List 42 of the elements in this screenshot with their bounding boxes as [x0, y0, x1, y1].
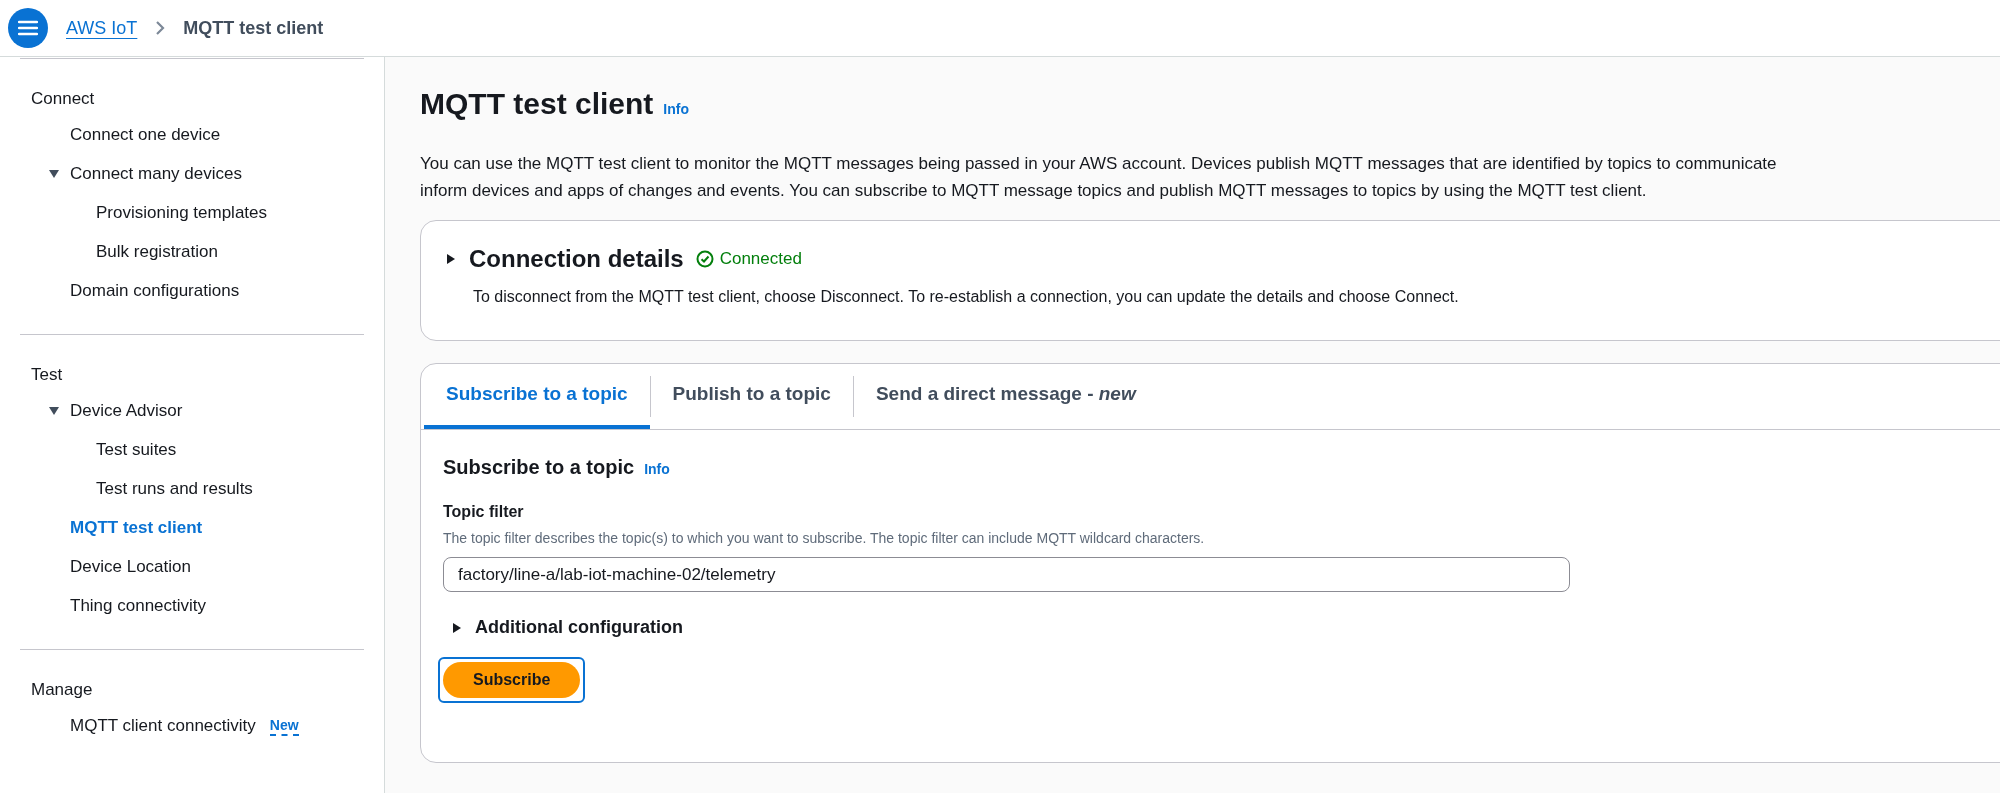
tab[interactable]: Send a direct message - new — [853, 364, 1158, 429]
sidebar-item[interactable]: Domain configurations — [70, 277, 240, 304]
menu-icon — [18, 20, 38, 36]
connection-description: To disconnect from the MQTT test client, choose Disconnect. To re-establish a connection, you can update the details and choose Connect. — [473, 287, 1460, 307]
sidebar-item[interactable]: Test runs and results — [96, 475, 253, 502]
breadcrumb-current: MQTT test client — [183, 16, 324, 40]
sidebar-item[interactable]: Device Advisor — [70, 397, 183, 424]
sidebar-item[interactable]: Provisioning templates — [96, 199, 268, 226]
sidebar-section-title: Test — [30, 364, 64, 386]
expand-toggle[interactable] — [445, 253, 457, 265]
connection-title: Connection details — [469, 244, 684, 274]
section-title: Subscribe to a topic — [443, 455, 635, 480]
sidebar-item[interactable]: Device Location — [70, 553, 191, 580]
info-link[interactable]: Info — [663, 99, 689, 120]
tab[interactable]: Subscribe to a topic — [424, 364, 650, 429]
sidebar-item[interactable]: Bulk registration — [96, 238, 218, 265]
page-description: You can use the MQTT test client to monitor the MQTT messages being passed in your AWS account. Devices publish MQTT messages that are identified by topics to communicate inform devices and apps of changes and events. You can subscribe to MQTT message topics and publish MQTT messages to topics by using the MQTT test client. — [420, 153, 1778, 202]
sidebar-section-title: Connect — [30, 88, 96, 110]
page-title: MQTT test client — [420, 86, 654, 122]
sidebar-section-title: Manage — [30, 679, 94, 701]
breadcrumb-link[interactable]: AWS IoT — [66, 14, 138, 42]
field-label: Topic filter — [443, 502, 525, 522]
expand-toggle[interactable] — [451, 621, 463, 634]
chevron-right-icon — [155, 20, 166, 36]
subscribe-button[interactable]: Subscribe — [443, 662, 581, 698]
sidebar-item[interactable]: Test suites — [96, 436, 177, 463]
tab[interactable]: Publish to a topic — [650, 364, 853, 429]
sidebar-item[interactable]: MQTT test client — [70, 514, 203, 541]
menu-button[interactable] — [8, 8, 48, 48]
sidebar-item[interactable]: Connect one device — [70, 121, 221, 148]
info-link[interactable]: Info — [644, 459, 670, 480]
field-description: The topic filter describes the topic(s) to which you want to subscribe. The topic filter can include MQTT wildcard characters. — [443, 529, 1206, 548]
caret-icon — [445, 253, 457, 265]
topic-filter-field[interactable]: factory/line-a/lab-iot-machine-02/telemetry — [443, 557, 1570, 592]
expander-label: Additional configuration — [475, 616, 683, 639]
sidebar-item[interactable]: MQTT client connectivity — [70, 712, 256, 739]
status-text: Connected — [719, 248, 802, 271]
new-badge: New — [269, 715, 299, 736]
sidebar-item[interactable]: Connect many devices — [70, 160, 242, 187]
caret-icon — [451, 621, 463, 634]
check-circle-icon — [695, 250, 714, 268]
sidebar-item[interactable]: Thing connectivity — [70, 592, 207, 619]
